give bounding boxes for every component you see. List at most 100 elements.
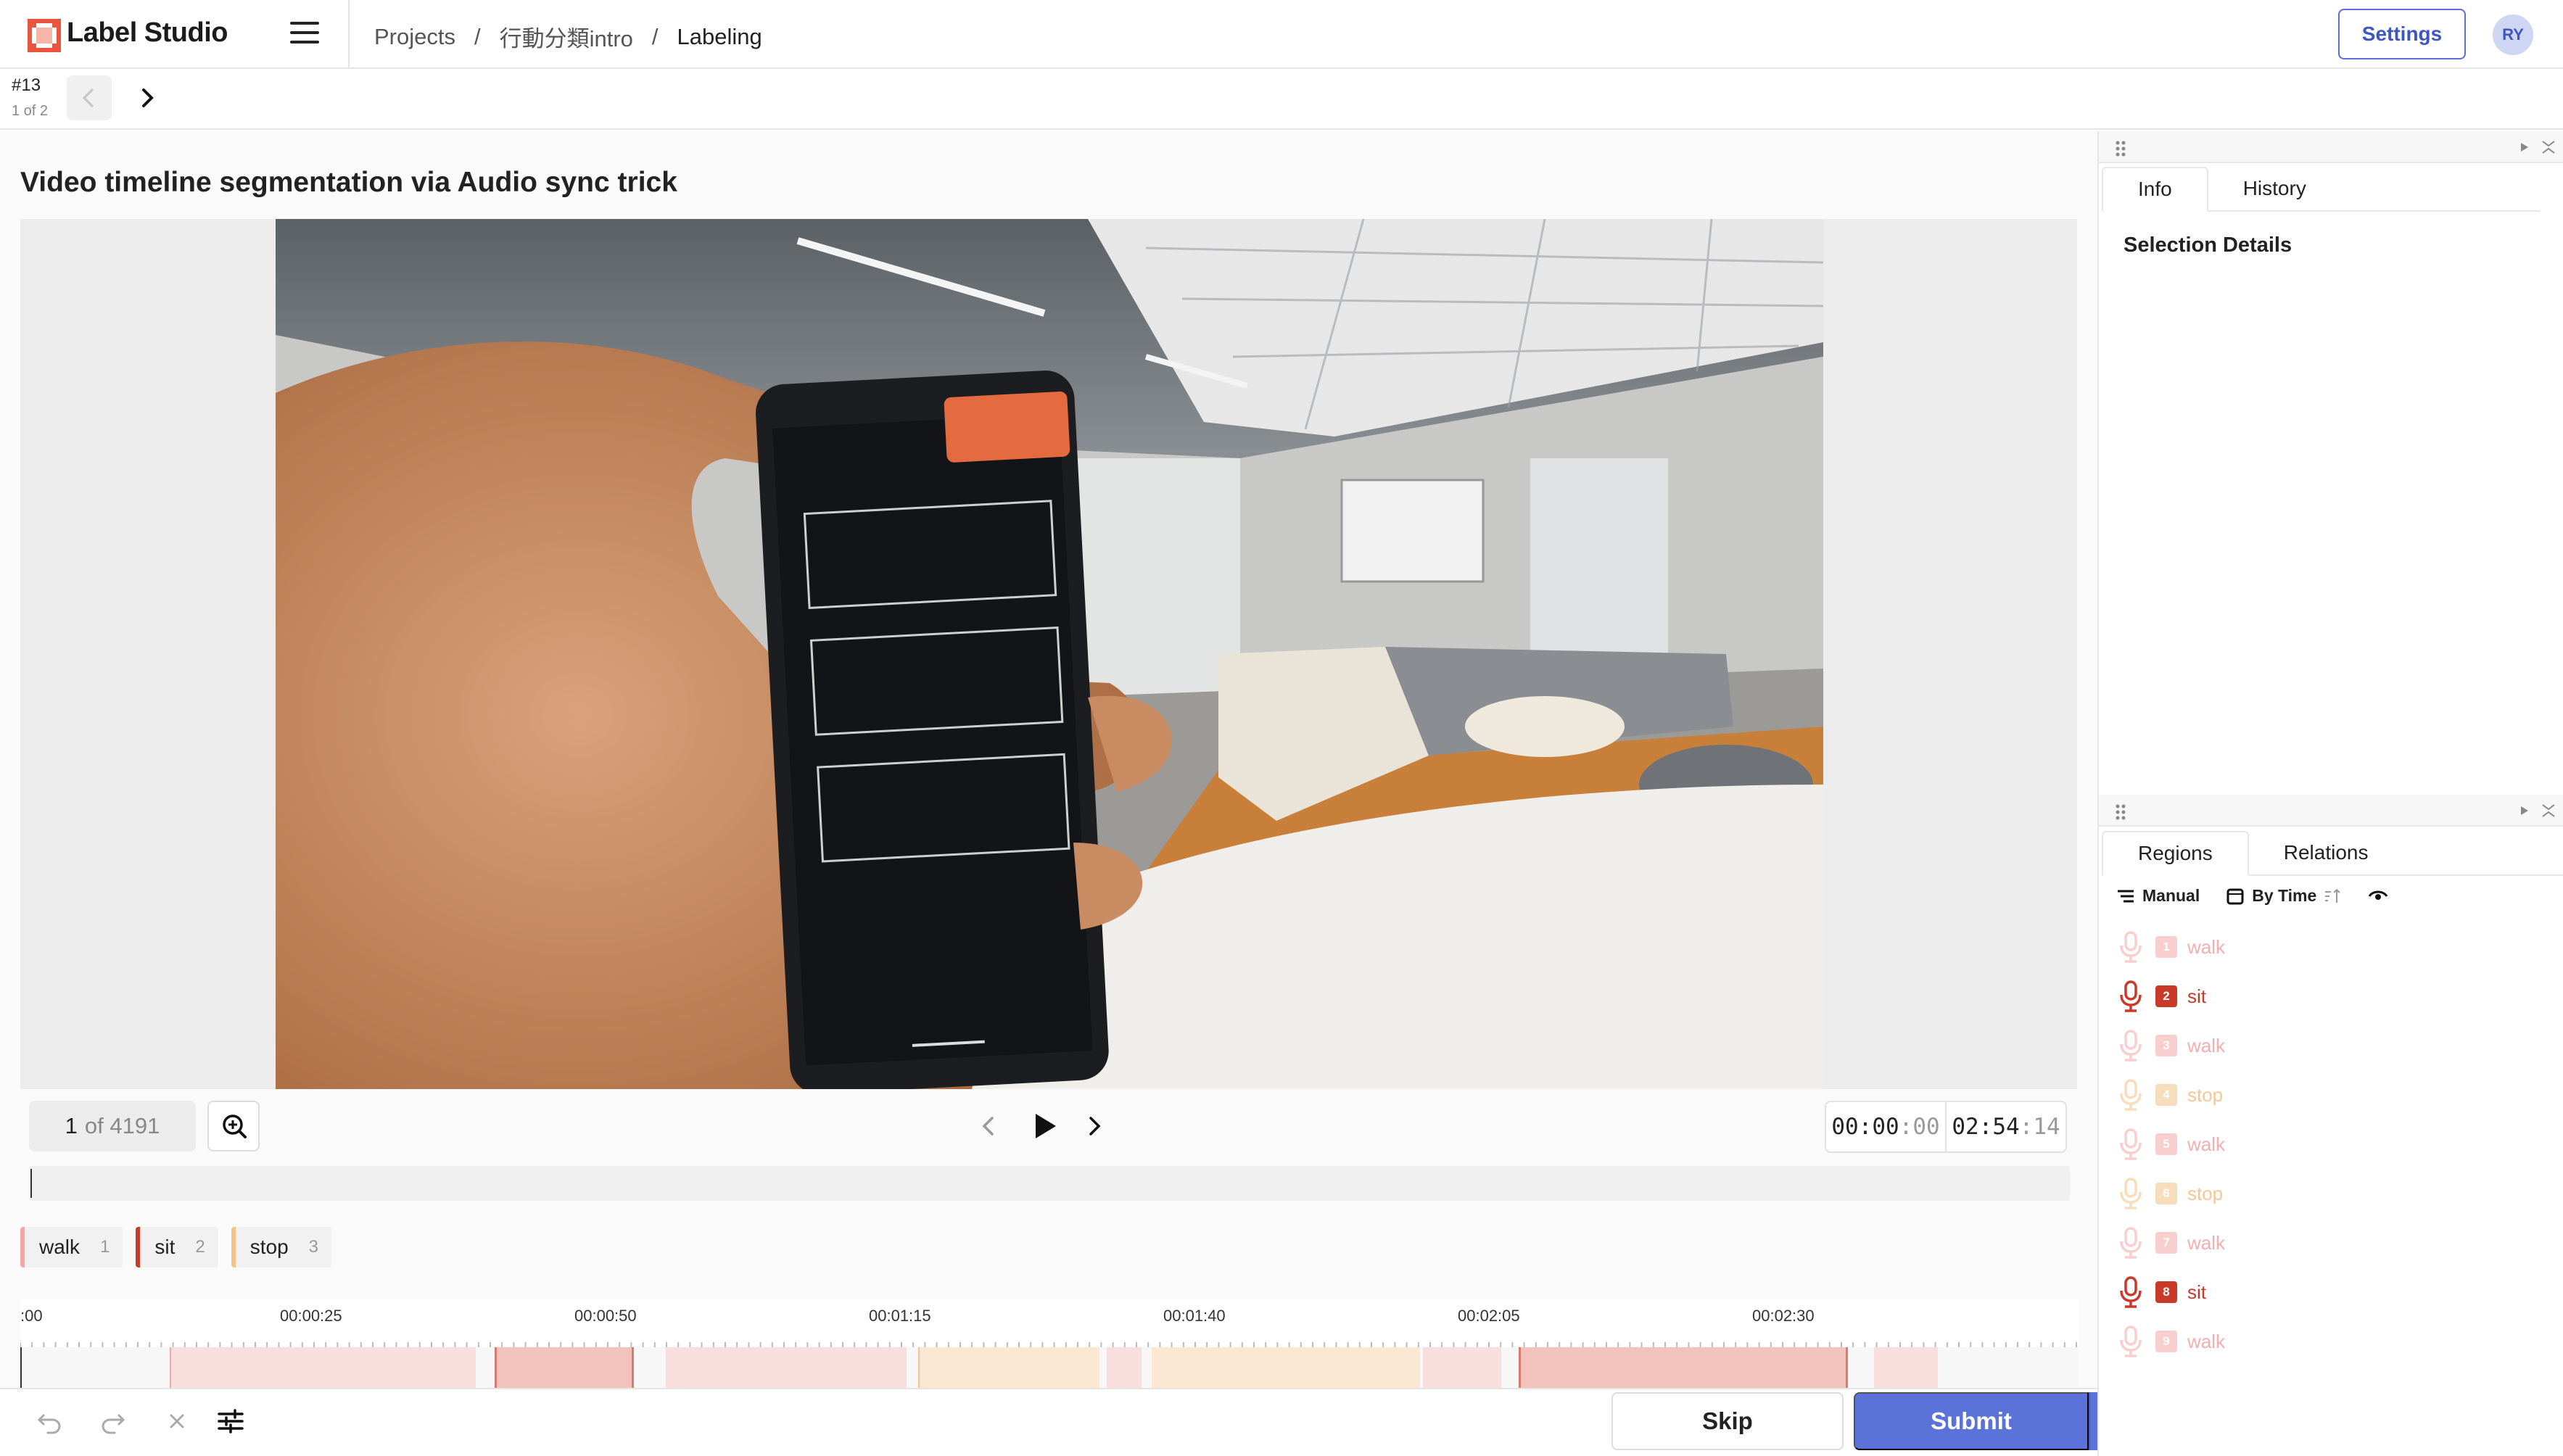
region-number: 6 [2155, 1183, 2177, 1204]
region-label: stop [2187, 1083, 2224, 1106]
timeline-tick-label: 00:01:15 [869, 1307, 931, 1325]
avatar[interactable]: RY [2493, 15, 2533, 55]
region-item[interactable]: 2 sit [2116, 972, 2551, 1021]
timeline-tick-label: :00 [20, 1307, 43, 1325]
region-item[interactable]: 5 walk [2116, 1120, 2551, 1169]
region-number: 8 [2155, 1281, 2177, 1303]
tab-info[interactable]: Info [2102, 167, 2208, 212]
chevron-right-icon [142, 88, 154, 107]
reset-icon[interactable] [160, 1404, 194, 1439]
region-item[interactable]: 6 stop [2116, 1169, 2551, 1218]
timeline-region[interactable] [1107, 1347, 1142, 1388]
timeline-playhead[interactable] [20, 1347, 22, 1388]
regions-list: 1 walk 2 sit 3 walk 4 stop 5 walk 6 stop 7 walk 8 sit 9 w… [2116, 922, 2551, 1366]
task-position: 1 of 2 [12, 103, 49, 119]
region-label: walk [2187, 1034, 2226, 1056]
next-task-button[interactable] [128, 75, 168, 120]
frame-counter[interactable]: 1 of 4191 [29, 1101, 196, 1151]
region-label: stop [2187, 1182, 2224, 1204]
region-item[interactable]: 3 walk [2116, 1021, 2551, 1070]
current-time: 00:00:00 [1831, 1114, 1940, 1140]
region-item[interactable]: 7 walk [2116, 1218, 2551, 1267]
skip-button[interactable]: Skip [1611, 1392, 1844, 1450]
sort-manual-button[interactable]: Manual [2116, 886, 2200, 906]
regions-panel-header[interactable] [2099, 795, 2563, 827]
app-name[interactable]: Label Studio [67, 17, 228, 49]
timeline-tick-label: 00:01:40 [1163, 1307, 1226, 1325]
redo-icon[interactable] [96, 1404, 131, 1439]
total-time: 02:54:14 [1945, 1102, 2065, 1151]
timeline-region[interactable] [918, 1347, 1099, 1388]
info-panel-header[interactable] [2099, 131, 2563, 163]
settings-sliders-icon[interactable] [213, 1404, 248, 1439]
header-divider [348, 0, 350, 69]
tab-regions[interactable]: Regions [2102, 831, 2249, 876]
microphone-icon [2120, 1227, 2142, 1259]
previous-frame-button[interactable] [972, 1109, 1005, 1143]
timeline-tick-label: 00:00:50 [574, 1307, 637, 1325]
sort-by-time-button[interactable]: By Time [2226, 886, 2341, 906]
microphone-icon [2120, 1128, 2142, 1160]
page-title: Video timeline segmentation via Audio sy… [20, 167, 677, 198]
label-stop[interactable]: stop 3 [231, 1227, 332, 1267]
microphone-icon [2120, 931, 2142, 963]
task-navigation-bar [0, 69, 2563, 130]
label-chooser: walk 1 sit 2 stop 3 [20, 1227, 332, 1267]
breadcrumb-separator: / [651, 23, 659, 49]
tab-relations[interactable]: Relations [2248, 831, 2563, 876]
region-item[interactable]: 8 sit [2116, 1267, 2551, 1317]
task-id: #13 [12, 75, 41, 95]
app-header: Label Studio Projects / 行動分類intro / Labe… [0, 0, 2563, 69]
next-frame-button[interactable] [1078, 1109, 1111, 1143]
timeline-tick-label: 00:00:25 [280, 1307, 342, 1325]
timeline-region[interactable] [1152, 1347, 1420, 1388]
region-label: walk [2187, 1231, 2226, 1254]
region-item[interactable]: 1 walk [2116, 922, 2551, 972]
timeline-region[interactable] [495, 1347, 634, 1388]
region-number: 4 [2155, 1084, 2177, 1106]
previous-task-button[interactable] [67, 75, 112, 120]
drag-handle-icon [2116, 804, 2555, 820]
submit-button[interactable]: Submit [1854, 1392, 2089, 1450]
microphone-icon [2120, 1276, 2142, 1308]
timeline-region[interactable] [1519, 1347, 1848, 1388]
breadcrumb-separator: / [474, 23, 481, 49]
label-walk[interactable]: walk 1 [20, 1227, 123, 1267]
chevron-left-icon [82, 88, 94, 107]
timeline-tick-label: 00:02:05 [1458, 1307, 1520, 1325]
timeline-track[interactable] [20, 1347, 2079, 1388]
timeline-region[interactable] [1423, 1347, 1501, 1388]
timeline-region[interactable] [170, 1347, 476, 1388]
hamburger-menu-icon[interactable] [290, 22, 319, 46]
region-label: sit [2187, 1281, 2206, 1303]
breadcrumb-projects[interactable]: Projects [374, 24, 455, 50]
region-number: 9 [2155, 1331, 2177, 1352]
settings-button[interactable]: Settings [2338, 9, 2466, 59]
selection-details-heading: Selection Details [2124, 233, 2292, 257]
undo-icon[interactable] [32, 1404, 67, 1439]
eye-icon[interactable] [2367, 888, 2389, 904]
label-sit[interactable]: sit 2 [136, 1227, 218, 1267]
region-number: 1 [2155, 936, 2177, 958]
microphone-icon [2120, 1030, 2142, 1062]
list-icon [2118, 890, 2134, 902]
calendar-icon [2226, 888, 2244, 904]
video-player[interactable] [276, 219, 1823, 1089]
region-item[interactable]: 9 walk [2116, 1317, 2551, 1366]
microphone-icon [2120, 980, 2142, 1012]
breadcrumb-project[interactable]: 行動分類intro [500, 20, 633, 53]
timeline-region[interactable] [1874, 1347, 1938, 1388]
tab-history[interactable]: History [2208, 167, 2541, 212]
zoom-button[interactable] [207, 1101, 260, 1151]
timeline-region[interactable] [666, 1347, 907, 1388]
region-label: walk [2187, 1133, 2226, 1155]
play-button[interactable] [1023, 1107, 1066, 1146]
info-tabs: Info History [2102, 167, 2541, 212]
frame-current: 1 [65, 1113, 78, 1138]
region-item[interactable]: 4 stop [2116, 1070, 2551, 1120]
playhead[interactable] [30, 1169, 32, 1198]
region-number: 5 [2155, 1133, 2177, 1155]
region-number: 7 [2155, 1232, 2177, 1254]
label-studio-logo-icon [28, 19, 61, 52]
video-scrubber[interactable] [29, 1166, 2070, 1201]
